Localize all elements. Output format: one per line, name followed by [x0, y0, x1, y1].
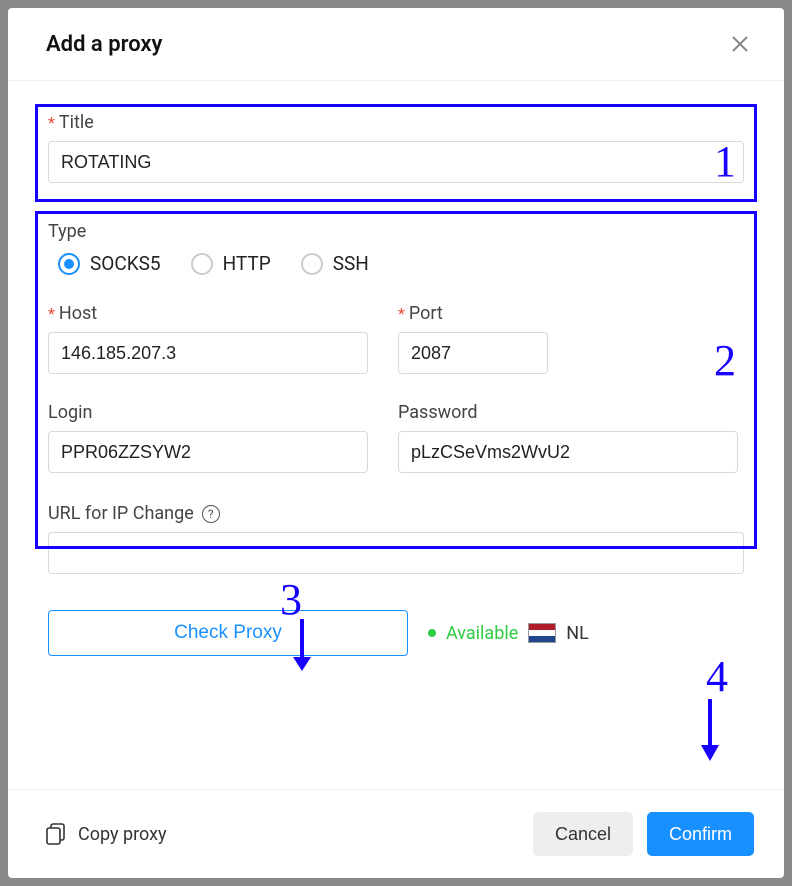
radio-unchecked-icon	[191, 253, 213, 275]
type-radio-group: SOCKS5 HTTP SSH	[48, 252, 744, 275]
radio-unchecked-icon	[301, 253, 323, 275]
type-radio-http[interactable]: HTTP	[191, 252, 271, 275]
copy-proxy-button[interactable]: Copy proxy	[46, 823, 167, 845]
modal-header: Add a proxy	[8, 8, 784, 81]
radio-checked-icon	[58, 253, 80, 275]
annotation-number-4: 4	[706, 651, 728, 702]
type-radio-ssh[interactable]: SSH	[301, 252, 369, 275]
url-input[interactable]	[48, 532, 744, 574]
login-label: Login	[48, 402, 368, 423]
login-input[interactable]	[48, 431, 368, 473]
type-label: Type	[48, 221, 744, 242]
type-radio-socks5[interactable]: SOCKS5	[58, 252, 161, 275]
cancel-button[interactable]: Cancel	[533, 812, 633, 856]
status-dot-icon	[428, 629, 436, 637]
country-code: NL	[566, 623, 589, 644]
copy-icon	[46, 823, 66, 845]
status-text: Available	[446, 623, 518, 644]
close-button[interactable]	[726, 30, 754, 58]
password-label: Password	[398, 402, 738, 423]
flag-nl-icon	[528, 623, 556, 643]
url-label: URL for IP Change ?	[48, 503, 744, 524]
port-input[interactable]	[398, 332, 548, 374]
title-label: * Title	[48, 112, 744, 133]
password-input[interactable]	[398, 431, 738, 473]
modal-body: 1 * Title 2 Type SOCKS5	[8, 81, 784, 789]
close-icon	[730, 34, 750, 54]
port-label: * Port	[398, 303, 548, 324]
proxy-status: Available NL	[428, 623, 589, 644]
confirm-button[interactable]: Confirm	[647, 812, 754, 856]
required-star-icon: *	[48, 306, 55, 322]
modal-footer: Copy proxy Cancel Confirm	[8, 789, 784, 878]
required-star-icon: *	[48, 115, 55, 131]
add-proxy-modal: Add a proxy 1 * Title 2 Type	[8, 8, 784, 878]
host-label: * Host	[48, 303, 368, 324]
help-icon[interactable]: ?	[202, 505, 220, 523]
required-star-icon: *	[398, 306, 405, 322]
check-proxy-button[interactable]: Check Proxy	[48, 610, 408, 656]
annotation-arrow-4	[698, 697, 722, 763]
modal-title: Add a proxy	[46, 32, 162, 57]
title-input[interactable]	[48, 141, 744, 183]
host-input[interactable]	[48, 332, 368, 374]
